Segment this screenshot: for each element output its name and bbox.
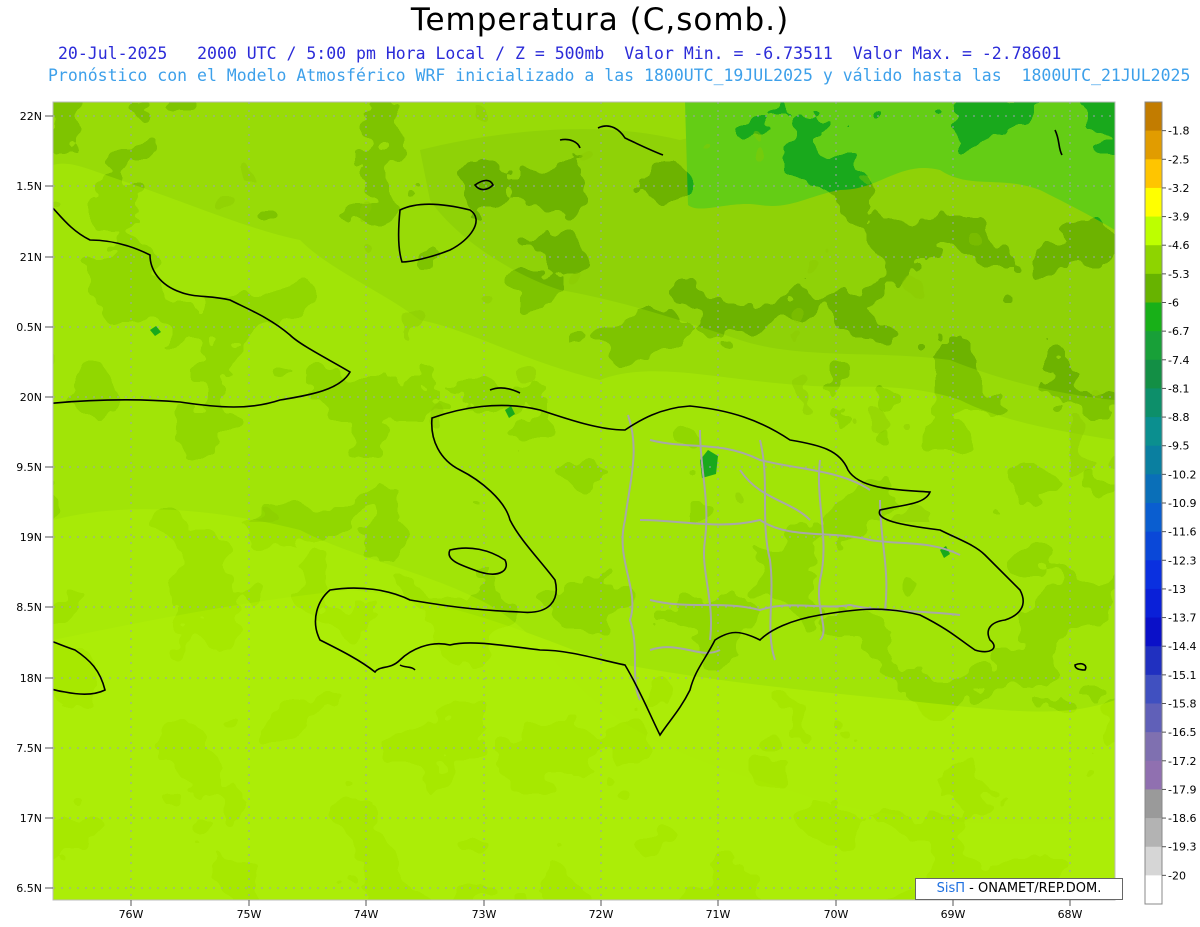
lat-label: 20N	[20, 391, 42, 404]
colorbar-label: -3.9	[1168, 211, 1189, 224]
colorbar-swatch	[1145, 674, 1162, 704]
lat-label: 9.5N	[16, 461, 42, 474]
forecast-map: 22N 1.5N 21N 0.5N 20N 9.5N 19N 8.5N 18N …	[16, 101, 1196, 921]
colorbar-swatch	[1145, 503, 1162, 533]
colorbar-label: -17.9	[1168, 783, 1196, 796]
lat-label: 6.5N	[16, 882, 42, 895]
credit-logo: SisΠ	[936, 881, 966, 896]
colorbar-swatch	[1145, 331, 1162, 361]
colorbar-label: -7.4	[1168, 354, 1189, 367]
colorbar-swatch	[1145, 159, 1162, 189]
colorbar-label: -11.6	[1168, 526, 1196, 539]
colorbar-label: -15.8	[1168, 698, 1196, 711]
colorbar-label: -13	[1168, 583, 1186, 596]
colorbar-label: -6	[1168, 297, 1179, 310]
lat-label: 22N	[20, 110, 42, 123]
longitude-labels: 76W 75W 74W 73W 72W 71W 70W 69W 68W	[119, 908, 1083, 921]
lat-label: 19N	[20, 531, 42, 544]
lat-label: 7.5N	[16, 742, 42, 755]
colorbar-label: -16.5	[1168, 726, 1196, 739]
colorbar-label: -10.2	[1168, 468, 1196, 481]
colorbar-swatch	[1145, 245, 1162, 275]
colorbar-label: -12.3	[1168, 554, 1196, 567]
colorbar-swatch	[1145, 703, 1162, 733]
map-title: Temperatura (C,somb.)	[410, 2, 790, 38]
colorbar-swatch	[1145, 130, 1162, 160]
colorbar-swatch	[1145, 617, 1162, 647]
colorbar-label: -4.6	[1168, 239, 1189, 252]
colorbar-swatch	[1145, 732, 1162, 762]
colorbar-label: -3.2	[1168, 182, 1189, 195]
latitude-labels: 22N 1.5N 21N 0.5N 20N 9.5N 19N 8.5N 18N …	[16, 110, 42, 895]
lat-label: 17N	[20, 812, 42, 825]
lon-label: 72W	[589, 908, 614, 921]
colorbar-swatch	[1145, 846, 1162, 876]
colorbar-swatch	[1145, 875, 1162, 905]
colorbar-swatch	[1145, 273, 1162, 303]
header: Temperatura (C,somb.) 20-Jul-2025 2000 U…	[0, 0, 1200, 100]
lat-label: 21N	[20, 251, 42, 264]
valid-time-subtitle: 20-Jul-2025 2000 UTC / 5:00 pm Hora Loca…	[58, 44, 1062, 63]
colorbar-swatch	[1145, 531, 1162, 561]
colorbar-label: -6.7	[1168, 325, 1189, 338]
model-info-subtitle: Pronóstico con el Modelo Atmosférico WRF…	[48, 66, 1191, 85]
credit-box: SisΠ - ONAMET/REP.DOM.	[915, 878, 1123, 900]
colorbar-label: -15.1	[1168, 669, 1196, 682]
colorbar-swatch	[1145, 417, 1162, 447]
colorbar-label: -10.9	[1168, 497, 1196, 510]
colorbar-swatch	[1145, 588, 1162, 619]
lat-label: 8.5N	[16, 601, 42, 614]
lat-label: 0.5N	[16, 321, 42, 334]
colorbar-label: -9.5	[1168, 440, 1189, 453]
colorbar-label: -13.7	[1168, 612, 1196, 625]
colorbar-swatch	[1145, 560, 1162, 590]
lat-label: 18N	[20, 672, 42, 685]
lon-label: 68W	[1058, 908, 1083, 921]
colorbar-label: -2.5	[1168, 153, 1189, 166]
colorbar-swatch	[1145, 445, 1162, 475]
colorbar-swatch	[1145, 646, 1162, 676]
colorbar-label: -8.1	[1168, 382, 1189, 395]
colorbar-label: -20	[1168, 869, 1186, 882]
colorbar-swatch	[1145, 302, 1162, 332]
colorbar-swatch	[1145, 789, 1162, 819]
credit-text: - ONAMET/REP.DOM.	[969, 881, 1102, 896]
lon-label: 70W	[824, 908, 849, 921]
colorbar-swatch	[1145, 216, 1162, 246]
colorbar-label: -8.8	[1168, 411, 1189, 424]
lon-label: 73W	[472, 908, 497, 921]
colorbar-swatch	[1145, 760, 1162, 790]
colorbar-label: -19.3	[1168, 841, 1196, 854]
colorbar-label: -5.3	[1168, 268, 1189, 281]
colorbar-swatch	[1145, 359, 1162, 389]
lon-label: 71W	[706, 908, 731, 921]
colorbar-swatch	[1145, 388, 1162, 418]
colorbar-legend: -1.8 -2.5 -3.2 -3.9 -4.6 -5.3 -6 -6.7 -7.4 -8.1 -8…	[1144, 101, 1196, 905]
colorbar-swatch	[1145, 102, 1162, 132]
colorbar-label: -17.2	[1168, 755, 1196, 768]
lon-label: 69W	[941, 908, 966, 921]
colorbar-label: -1.8	[1168, 125, 1189, 138]
colorbar-label: -14.4	[1168, 640, 1196, 653]
colorbar-label: -18.6	[1168, 812, 1196, 825]
lon-label: 76W	[119, 908, 144, 921]
shaded-field	[53, 102, 1115, 900]
colorbar-swatch	[1145, 187, 1162, 218]
lon-label: 75W	[237, 908, 262, 921]
colorbar-swatch	[1145, 818, 1162, 848]
lat-label: 1.5N	[16, 180, 42, 193]
colorbar-swatch	[1145, 474, 1162, 504]
lon-label: 74W	[354, 908, 379, 921]
